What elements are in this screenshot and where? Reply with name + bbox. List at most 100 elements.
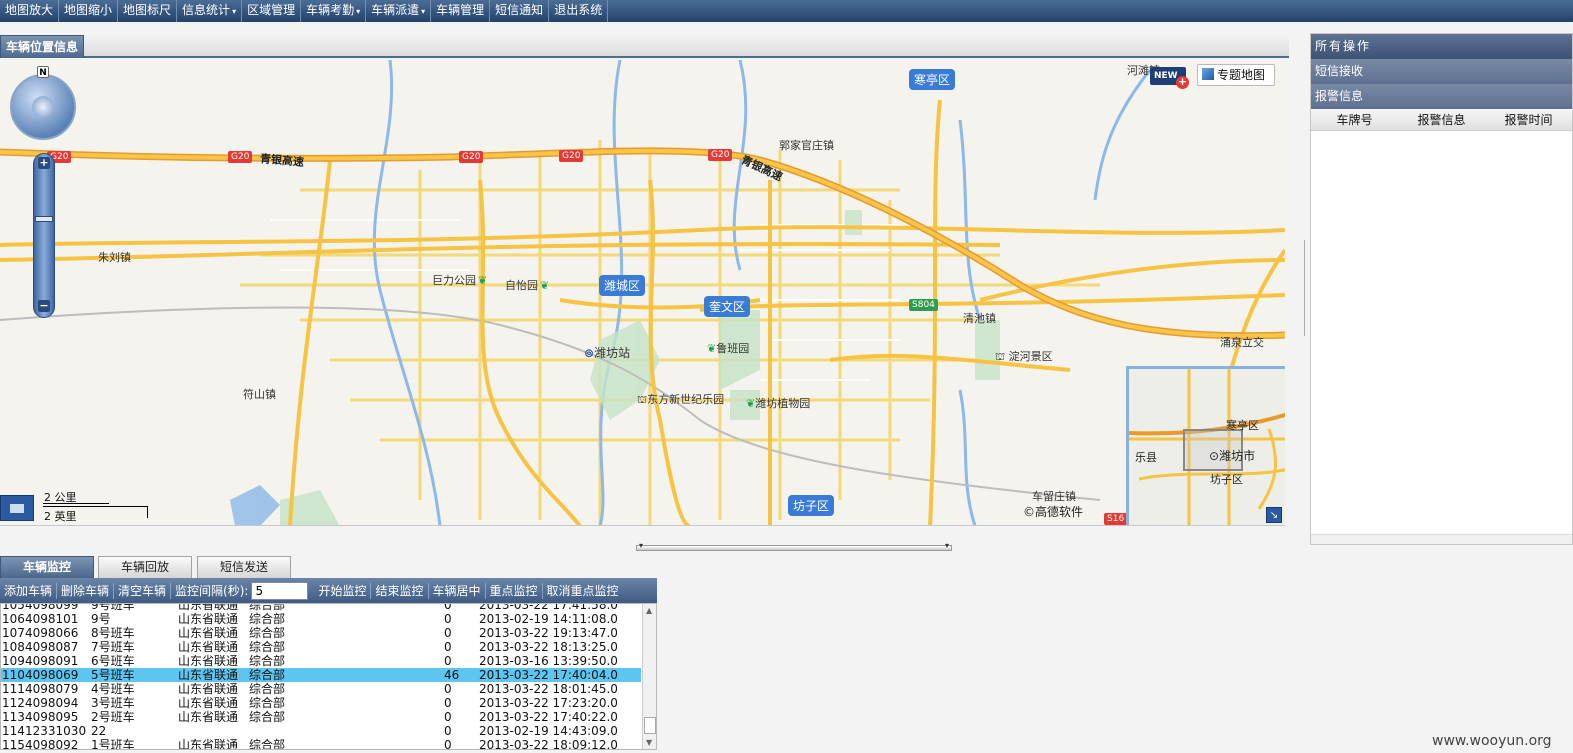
place-label: 涌泉立交 xyxy=(1220,336,1264,349)
scroll-down-icon[interactable]: ▼ xyxy=(646,738,652,747)
north-indicator: N xyxy=(37,66,49,78)
zoom-in-button[interactable]: + xyxy=(38,157,50,169)
menu-item-0[interactable]: 地图放大 xyxy=(0,0,60,22)
table-row[interactable]: 110 4098069 5号班车 山东省联通 综合部 46 2013-03-22 17:40… xyxy=(1,668,641,682)
tab-vehicle-position[interactable]: 车辆位置信息 xyxy=(0,35,85,58)
cell-speed: 0 xyxy=(444,612,452,626)
overview-map[interactable]: 寒亭区 ⊙潍坊市 坊子区 乐县 xyxy=(1126,366,1285,525)
column-header-alarm[interactable]: 报警信息 xyxy=(1398,109,1485,130)
cell-time: 2013-03-22 18:13:25.0 xyxy=(479,640,618,654)
menu-item-3[interactable]: 信息统计 ▾ xyxy=(177,0,243,22)
map-pan-control[interactable] xyxy=(10,74,76,140)
zoom-slider[interactable]: + − xyxy=(33,153,55,318)
menu-item-label: 车辆派遣 xyxy=(371,3,420,17)
menu-item-9[interactable]: 退出系统 xyxy=(549,0,609,22)
cell-id: 4098087 xyxy=(25,640,79,654)
menu-item-6[interactable]: 车辆派遣 ▾ xyxy=(366,0,432,22)
table-row[interactable]: 105 4098099 9号班车 山东省联通 综合部 0 2013-03-22 17:41:… xyxy=(1,603,641,612)
highway-shield-g20: G20 xyxy=(559,150,584,162)
overview-toggle-icon[interactable]: ↘ xyxy=(1266,507,1282,523)
clear-vehicles-button[interactable]: 清空车辆 xyxy=(114,582,172,599)
park-label: 巨力公园 ❦ xyxy=(432,272,487,288)
alarm-info-section[interactable]: 报警信息 xyxy=(1311,84,1572,109)
table-row[interactable]: 108 4098087 7号班车 山东省联通 综合部 0 2013-03-22 18:13:… xyxy=(1,640,641,654)
scrollbar-thumb[interactable] xyxy=(644,717,656,734)
tab-sms-send[interactable]: 短信发送 xyxy=(197,556,291,578)
park-label-text: 巨力公园 xyxy=(432,274,476,287)
menu-item-label: 短信通知 xyxy=(495,3,544,17)
chevron-down-icon: ▾ xyxy=(356,7,361,16)
table-row[interactable]: 112 4098094 3号班车 山东省联通 综合部 0 2013-03-22 17:23:… xyxy=(1,696,641,710)
horizontal-splitter[interactable]: ▾ ▾ xyxy=(636,541,952,551)
cell-name: 6号班车 xyxy=(91,654,135,668)
district-label-fangzi[interactable]: 坊子区 xyxy=(788,495,835,516)
district-label-hanting[interactable]: 寒亭区 xyxy=(909,69,956,90)
park-leaf-icon: ❦ xyxy=(746,397,756,410)
cell-dept: 综合部 xyxy=(249,603,286,612)
overview-label-text: 潍坊市 xyxy=(1219,449,1256,463)
cell-id: 4098079 xyxy=(25,682,79,696)
top-menu-bar: 地图放大 地图缩小 地图标尺 信息统计 ▾ 区域管理 车辆考勤 ▾ 车辆派遣 ▾ 车辆管理 短信通知退… xyxy=(0,0,1573,22)
new-feature-button[interactable]: NEW + xyxy=(1150,67,1189,89)
cancel-focus-monitor-button[interactable]: 取消重点监控 xyxy=(543,583,623,599)
map-type-toggle[interactable] xyxy=(0,495,34,521)
vehicle-table: 105 4098099 9号班车 山东省联通 综合部 0 2013-03-22 17:41:… xyxy=(0,603,657,750)
add-vehicle-button[interactable]: 添加车辆 xyxy=(0,582,58,599)
scroll-up-icon[interactable]: ▲ xyxy=(646,606,652,615)
tab-vehicle-monitor[interactable]: 车辆监控 xyxy=(0,556,94,578)
delete-vehicle-button[interactable]: 删除车辆 xyxy=(57,582,115,599)
cell-no: 110 xyxy=(2,668,25,682)
menu-item-label: 车辆考勤 xyxy=(306,3,355,17)
column-header-plate[interactable]: 车牌号 xyxy=(1311,109,1398,130)
topic-map-button[interactable]: 专题地图 xyxy=(1197,64,1275,86)
operations-panel: 所有操作 短信接收 报警信息 车牌号 报警信息 报警时间 xyxy=(1310,33,1573,545)
park-label-text: 自怡园 xyxy=(505,279,538,292)
table-row[interactable]: 109 4098091 6号班车 山东省联通 综合部 0 2013-03-16 13:39:… xyxy=(1,654,641,668)
cell-no: 115 xyxy=(2,738,25,750)
table-row[interactable]: 115 4098092 1号班车 山东省联通 综合部 0 2013-03-22 18:09:… xyxy=(1,738,641,750)
sms-receive-section[interactable]: 短信接收 xyxy=(1311,59,1572,84)
focus-monitor-button[interactable]: 重点监控 xyxy=(486,582,543,599)
menu-item-2[interactable]: 地图标尺 xyxy=(118,0,178,22)
zoom-out-button[interactable]: − xyxy=(38,300,50,312)
place-label: 清池镇 xyxy=(963,312,996,325)
overview-label: 寒亭区 xyxy=(1226,419,1259,432)
new-badge: NEW xyxy=(1154,71,1178,81)
cell-time: 2013-02-19 14:43:09.0 xyxy=(479,724,618,738)
place-label: 朱刘镇 xyxy=(98,251,131,264)
district-label-kuiwen[interactable]: 奎文区 xyxy=(704,296,751,317)
cell-time: 2013-02-19 14:11:08.0 xyxy=(479,612,618,626)
alarm-table-header: 车牌号 报警信息 报警时间 xyxy=(1311,109,1572,131)
cell-company: 山东省联通 xyxy=(178,640,239,654)
highway-shield-s804: S804 xyxy=(909,299,938,311)
interval-input[interactable] xyxy=(251,581,309,600)
map-view[interactable]: G20 G20 G20 G20 G20 S804 S16 青银高速 青银高速 寒… xyxy=(0,60,1285,526)
menu-item-4[interactable]: 区域管理 xyxy=(242,0,302,22)
vertical-splitter[interactable] xyxy=(1304,240,1309,336)
menu-item-8[interactable]: 短信通知 xyxy=(490,0,550,22)
table-row[interactable]: 106 4098101 9号 山东省联通 综合部 0 2013-02-19 14:11:08… xyxy=(1,612,641,626)
menu-item-1[interactable]: 地图缩小 xyxy=(59,0,119,22)
vehicle-table-scrollbar[interactable]: ▲ ▼ xyxy=(642,604,656,749)
center-vehicle-button[interactable]: 车辆居中 xyxy=(429,582,486,599)
column-header-time[interactable]: 报警时间 xyxy=(1485,109,1572,130)
stop-monitor-button[interactable]: 结束监控 xyxy=(371,582,429,599)
cell-name: 7号班车 xyxy=(91,640,135,654)
start-monitor-button[interactable]: 开始监控 xyxy=(314,582,372,599)
cell-dept: 综合部 xyxy=(249,738,286,750)
table-row[interactable]: 114 12331030 22 0 2013-02-19 14:43:09.0 xyxy=(1,724,641,738)
district-label-weicheng[interactable]: 潍城区 xyxy=(599,275,646,296)
zoom-handle[interactable] xyxy=(35,216,53,222)
splitter-arrow-icon: ▾ xyxy=(944,541,949,550)
cell-company: 山东省联通 xyxy=(178,626,239,640)
place-label-text: 淀河景区 xyxy=(1008,350,1053,363)
menu-item-5[interactable]: 车辆考勤 ▾ xyxy=(301,0,367,22)
cell-company: 山东省联通 xyxy=(178,654,239,668)
tab-vehicle-playback[interactable]: 车辆回放 xyxy=(98,556,192,578)
table-row[interactable]: 107 4098066 8号班车 山东省联通 综合部 0 2013-03-22 19:13:… xyxy=(1,626,641,640)
app-root: 地图放大 地图缩小 地图标尺 信息统计 ▾ 区域管理 车辆考勤 ▾ 车辆派遣 ▾ 车辆管理 短信通知退… xyxy=(0,0,1573,753)
menu-item-7[interactable]: 车辆管理 xyxy=(431,0,491,22)
table-row[interactable]: 111 4098079 4号班车 山东省联通 综合部 0 2013-03-22 18:01:… xyxy=(1,682,641,696)
table-row[interactable]: 113 4098095 2号班车 山东省联通 综合部 0 2013-03-22 17:40:… xyxy=(1,710,641,724)
overview-label: 乐县 xyxy=(1135,451,1157,464)
